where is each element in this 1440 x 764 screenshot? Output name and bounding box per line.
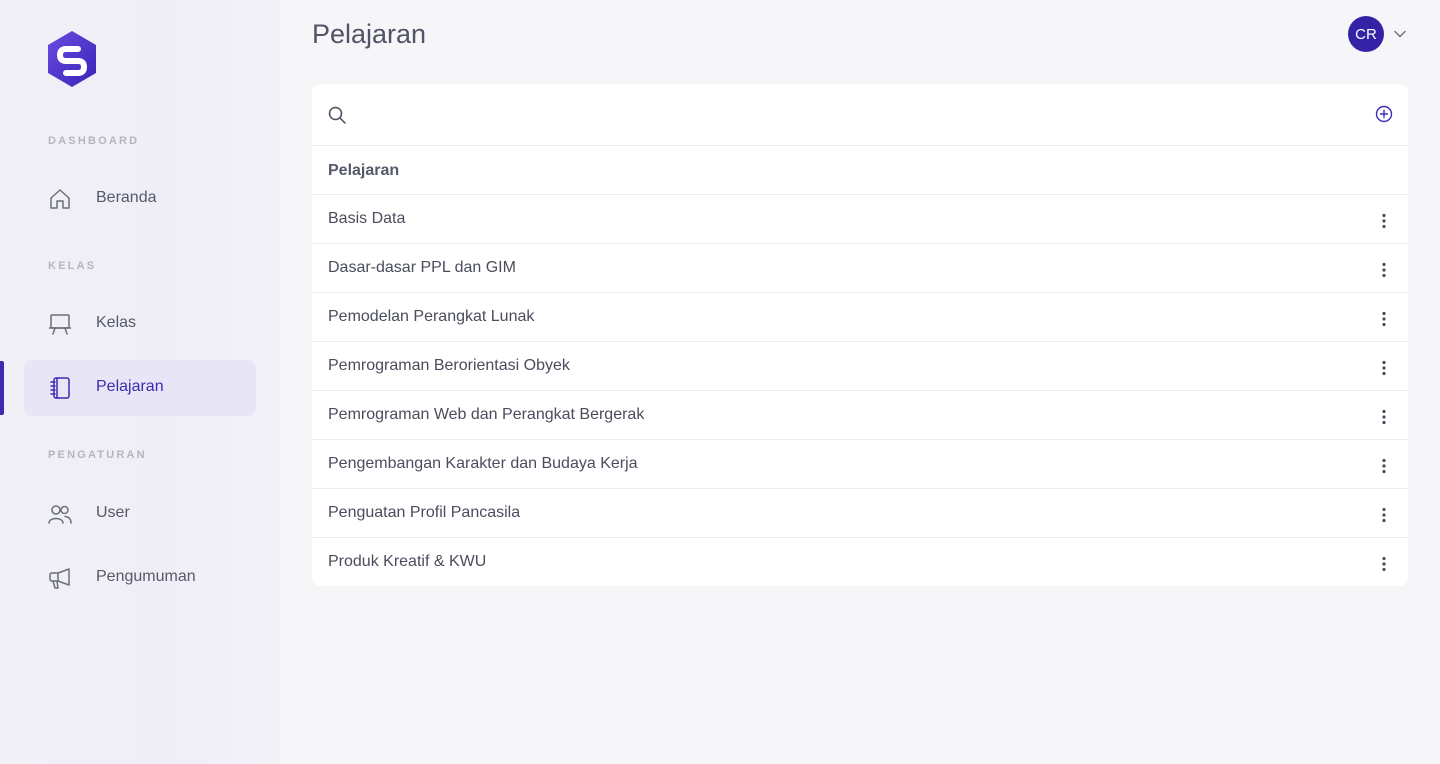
table-row[interactable]: Basis Data bbox=[312, 195, 1408, 244]
sidebar-item-label: Pengumuman bbox=[96, 568, 196, 585]
lessons-card: Pelajaran Basis Data Dasar-dasar PPL dan… bbox=[312, 84, 1408, 586]
notebook-icon bbox=[50, 377, 70, 399]
avatar[interactable]: CR bbox=[1348, 16, 1384, 52]
active-indicator bbox=[0, 361, 4, 415]
easel-icon bbox=[48, 314, 72, 335]
sidebar-item-label: User bbox=[96, 504, 130, 521]
section-label-pengaturan: PENGATURAN bbox=[48, 449, 147, 461]
sidebar-item-label: Beranda bbox=[96, 189, 157, 206]
row-label[interactable]: Produk Kreatif & KWU bbox=[328, 553, 486, 571]
sidebar-item-pelajaran[interactable]: Pelajaran bbox=[24, 360, 256, 416]
sidebar-item-label: Pelajaran bbox=[96, 378, 164, 395]
more-vertical-icon[interactable] bbox=[1374, 260, 1394, 280]
chevron-down-icon[interactable] bbox=[1393, 27, 1407, 41]
app: DASHBOARD Beranda KELAS Kelas Pelajaran bbox=[0, 0, 1440, 764]
more-vertical-icon[interactable] bbox=[1374, 211, 1394, 231]
more-vertical-icon[interactable] bbox=[1374, 358, 1394, 378]
row-label[interactable]: Pemrograman Berorientasi Obyek bbox=[328, 357, 570, 375]
table-row[interactable]: Pengembangan Karakter dan Budaya Kerja bbox=[312, 440, 1408, 489]
row-label[interactable]: Basis Data bbox=[328, 210, 405, 228]
more-vertical-icon[interactable] bbox=[1374, 505, 1394, 525]
more-vertical-icon[interactable] bbox=[1374, 407, 1394, 427]
row-label[interactable]: Pemrograman Web dan Perangkat Bergerak bbox=[328, 406, 644, 424]
home-icon bbox=[50, 189, 70, 209]
search-icon bbox=[328, 106, 346, 124]
sidebar-item-user[interactable]: User bbox=[24, 486, 256, 542]
megaphone-icon bbox=[49, 568, 70, 589]
table-row[interactable]: Pemrograman Web dan Perangkat Bergerak bbox=[312, 391, 1408, 440]
section-label-dashboard: DASHBOARD bbox=[48, 135, 140, 147]
lesson-list: Basis Data Dasar-dasar PPL dan GIM Pemod… bbox=[312, 195, 1408, 587]
more-vertical-icon[interactable] bbox=[1374, 554, 1394, 574]
column-header-pelajaran: Pelajaran bbox=[328, 162, 400, 179]
users-icon bbox=[48, 505, 72, 524]
app-logo[interactable] bbox=[46, 31, 98, 89]
row-label[interactable]: Pengembangan Karakter dan Budaya Kerja bbox=[328, 455, 638, 473]
table-row[interactable]: Pemodelan Perangkat Lunak bbox=[312, 293, 1408, 342]
sidebar-item-beranda[interactable]: Beranda bbox=[24, 171, 256, 227]
sidebar-item-kelas[interactable]: Kelas bbox=[24, 296, 256, 352]
row-label[interactable]: Dasar-dasar PPL dan GIM bbox=[328, 259, 516, 277]
search-input[interactable] bbox=[358, 98, 1348, 132]
row-label[interactable]: Pemodelan Perangkat Lunak bbox=[328, 308, 534, 326]
table-header: Pelajaran bbox=[312, 146, 1408, 195]
more-vertical-icon[interactable] bbox=[1374, 309, 1394, 329]
table-row[interactable]: Penguatan Profil Pancasila bbox=[312, 489, 1408, 538]
more-vertical-icon[interactable] bbox=[1374, 456, 1394, 476]
table-row[interactable]: Pemrograman Berorientasi Obyek bbox=[312, 342, 1408, 391]
table-row[interactable]: Dasar-dasar PPL dan GIM bbox=[312, 244, 1408, 293]
search-bar bbox=[312, 84, 1408, 146]
add-circle-icon[interactable] bbox=[1375, 105, 1393, 123]
row-label[interactable]: Penguatan Profil Pancasila bbox=[328, 504, 520, 522]
sidebar-item-pengumuman[interactable]: Pengumuman bbox=[24, 550, 256, 606]
page-title: Pelajaran bbox=[312, 19, 427, 49]
table-row[interactable]: Produk Kreatif & KWU bbox=[312, 538, 1408, 587]
sidebar-item-label: Kelas bbox=[96, 314, 137, 331]
section-label-kelas: KELAS bbox=[48, 260, 97, 272]
sidebar: DASHBOARD Beranda KELAS Kelas Pelajaran bbox=[0, 0, 280, 764]
